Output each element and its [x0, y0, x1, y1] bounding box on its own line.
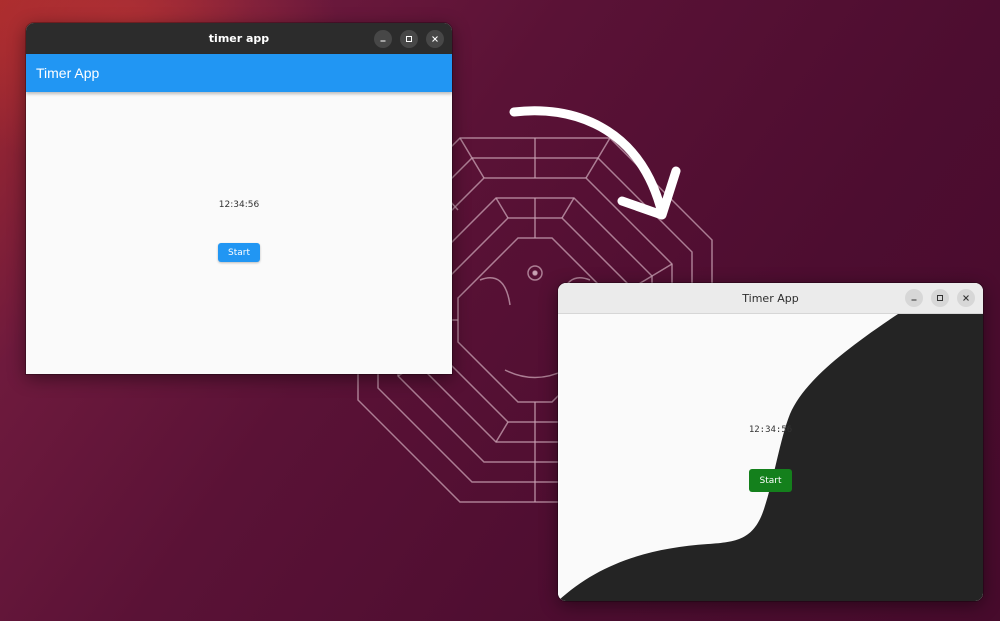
window-controls	[374, 23, 444, 54]
minimize-button[interactable]	[905, 289, 923, 307]
close-icon	[963, 295, 969, 301]
close-icon	[432, 35, 438, 42]
timer-app-window-old: timer app Timer App 12:34:56 Start	[26, 23, 452, 374]
time-display: 12:34:56	[218, 200, 260, 210]
time-display: 12:34:56	[748, 425, 793, 435]
start-button[interactable]: Start	[218, 243, 260, 262]
app-bar: Timer App	[26, 54, 452, 92]
minimize-icon	[911, 299, 917, 301]
window-title: timer app	[208, 32, 270, 45]
window-title: Timer App	[742, 291, 799, 305]
window-controls	[905, 283, 975, 313]
timer-app-window-new: Timer App 12:34:56 Start	[558, 283, 983, 601]
maximize-button[interactable]	[931, 289, 949, 307]
maximize-icon	[937, 295, 943, 301]
window-titlebar[interactable]: timer app	[26, 23, 452, 54]
close-button[interactable]	[426, 29, 444, 48]
hand-drawn-arrow-icon	[509, 106, 681, 220]
maximize-button[interactable]	[400, 29, 418, 48]
app-body: 12:34:56 Start	[558, 314, 983, 601]
app-bar-title: Timer App	[36, 65, 100, 81]
minimize-button[interactable]	[374, 29, 392, 48]
window-titlebar[interactable]: Timer App	[558, 283, 983, 314]
app-body: 12:34:56 Start	[26, 92, 452, 374]
close-button[interactable]	[957, 289, 975, 307]
desktop: timer app Timer App 12:34:56 Start Timer…	[0, 0, 1000, 621]
maximize-icon	[406, 35, 412, 42]
dark-swoosh-background	[558, 314, 983, 601]
minimize-icon	[380, 40, 386, 41]
start-button[interactable]: Start	[749, 469, 792, 492]
